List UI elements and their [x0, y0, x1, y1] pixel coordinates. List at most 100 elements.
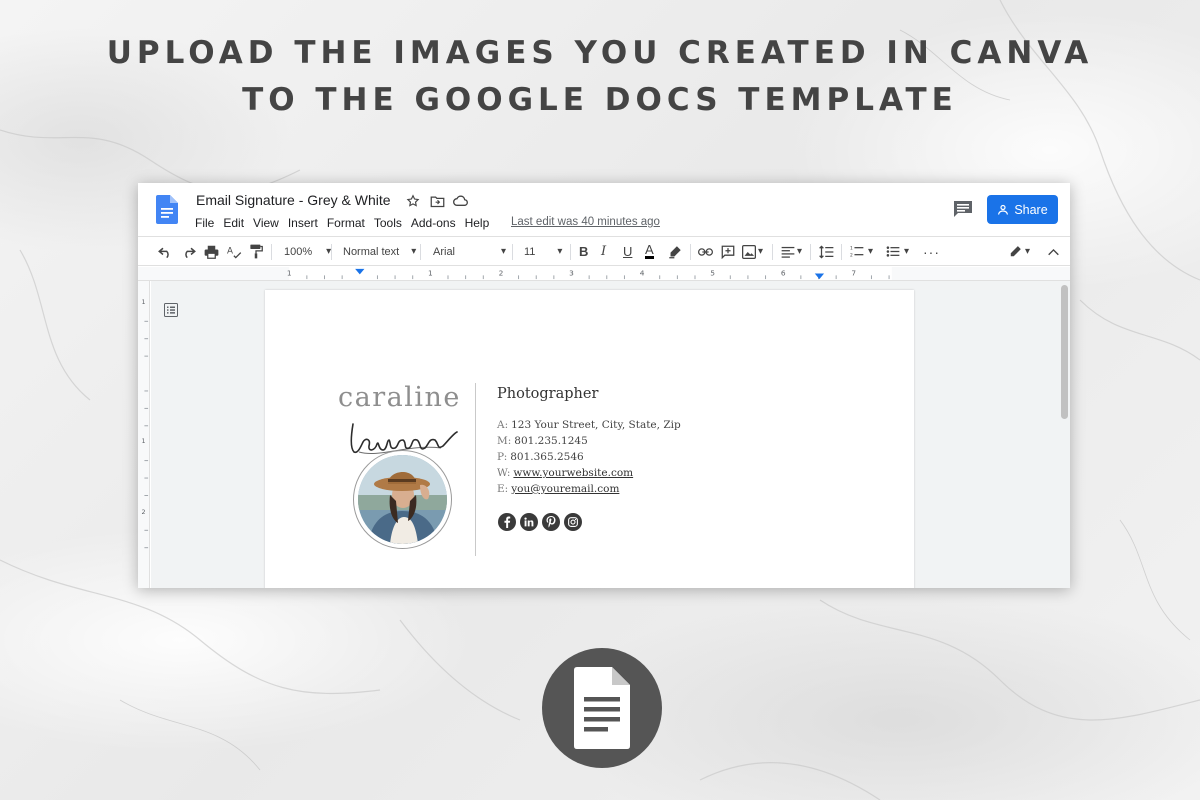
- add-comment-icon[interactable]: [721, 243, 735, 260]
- bold-button[interactable]: B: [579, 243, 588, 260]
- ruler-tick: 7: [851, 268, 856, 277]
- numbered-list-icon[interactable]: 12 ▾: [850, 243, 873, 260]
- menu-edit[interactable]: Edit: [223, 216, 244, 230]
- ruler-tick: 2: [141, 508, 145, 516]
- paragraph-style-value: Normal text: [343, 245, 400, 258]
- signature-first-name: caraline: [338, 382, 461, 413]
- menu-bar: File Edit View Insert Format Tools Add-o…: [195, 216, 498, 230]
- spellcheck-icon[interactable]: A: [227, 243, 242, 260]
- document-outline-icon[interactable]: [164, 303, 178, 317]
- website-link[interactable]: www.yourwebsite.com: [513, 467, 633, 479]
- contact-key: M:: [497, 435, 512, 447]
- text-color-button[interactable]: A: [645, 242, 654, 259]
- menu-insert[interactable]: Insert: [288, 216, 318, 230]
- ruler-tick: 5: [710, 268, 715, 277]
- svg-text:2: 2: [850, 253, 853, 258]
- bulleted-list-icon[interactable]: ▾: [886, 243, 909, 260]
- chevron-down-icon: ▾: [904, 246, 910, 257]
- menu-view[interactable]: View: [253, 216, 279, 230]
- menu-format[interactable]: Format: [327, 216, 365, 230]
- chevron-down-icon: ▾: [411, 246, 417, 257]
- font-select[interactable]: Arial ▾: [433, 243, 506, 260]
- italic-button[interactable]: I: [601, 243, 606, 260]
- chevron-down-icon: ▾: [868, 246, 874, 257]
- headline-line-2: TO THE GOOGLE DOCS TEMPLATE: [242, 82, 958, 118]
- line-spacing-icon[interactable]: [819, 243, 834, 260]
- signature-role: Photographer: [497, 386, 599, 402]
- menu-addons[interactable]: Add-ons: [411, 216, 456, 230]
- svg-text:A: A: [227, 246, 233, 256]
- contact-value: 801.365.2546: [510, 451, 584, 463]
- contact-value: 123 Your Street, City, State, Zip: [511, 419, 681, 431]
- font-size-select[interactable]: 11 ▾: [524, 243, 562, 260]
- editing-mode-icon[interactable]: ▾: [1009, 243, 1030, 260]
- facebook-icon[interactable]: [498, 513, 516, 531]
- email-link[interactable]: you@youremail.com: [511, 483, 619, 495]
- ruler-tick: 2: [499, 268, 504, 277]
- docs-logo-icon[interactable]: [156, 195, 178, 224]
- google-docs-window: Email Signature - Grey & White File Edit…: [138, 183, 1070, 588]
- contact-value: 801.235.1245: [514, 435, 588, 447]
- contact-line-phone: P: 801.365.2546: [497, 449, 681, 465]
- cloud-saved-icon[interactable]: [453, 193, 469, 209]
- redo-icon[interactable]: [181, 243, 196, 260]
- scrollbar-thumb[interactable]: [1061, 285, 1068, 419]
- ruler-tick: 3: [569, 268, 574, 277]
- font-size-value: 11: [524, 245, 536, 258]
- document-page[interactable]: caraline larson Photographer A:123 Your …: [265, 290, 914, 588]
- chevron-down-icon: ▾: [557, 246, 563, 257]
- collapse-menu-icon[interactable]: [1048, 243, 1059, 260]
- chevron-down-icon: ▾: [501, 246, 507, 257]
- ruler-tick: 6: [781, 268, 786, 277]
- signature-contact-block: A: 123 Your Street, City, State, Zip M: 80…: [497, 417, 681, 497]
- zoom-value: 100%: [284, 245, 313, 258]
- more-icon[interactable]: ···: [923, 243, 940, 260]
- paint-format-icon[interactable]: [249, 243, 263, 260]
- svg-text:1: 1: [850, 246, 853, 252]
- social-icons: [498, 513, 582, 531]
- contact-key: W:: [497, 467, 511, 479]
- contact-line-email: E: you@youremail.com: [497, 481, 681, 497]
- headline-line-1: UPLOAD THE IMAGES YOU CREATED IN CANVA: [106, 35, 1094, 71]
- align-left-icon[interactable]: ▾: [781, 243, 802, 260]
- highlight-icon[interactable]: [668, 243, 682, 260]
- vertical-ruler[interactable]: 1 1 2: [138, 281, 150, 588]
- instagram-icon[interactable]: [564, 513, 582, 531]
- toolbar: A 100% ▾ Normal text ▾ Arial ▾ 11 ▾ B I …: [138, 236, 1070, 266]
- chevron-down-icon: ▾: [797, 246, 803, 257]
- ruler-tick: 4: [640, 268, 645, 277]
- star-icon[interactable]: [405, 193, 421, 209]
- print-icon[interactable]: [204, 243, 219, 260]
- contact-line-address: A: 123 Your Street, City, State, Zip: [497, 417, 681, 433]
- move-folder-icon[interactable]: [429, 193, 445, 209]
- contact-key: A:: [497, 419, 509, 431]
- paragraph-style-select[interactable]: Normal text ▾: [343, 243, 416, 260]
- vertical-scrollbar[interactable]: [1059, 281, 1070, 588]
- menu-tools[interactable]: Tools: [374, 216, 402, 230]
- link-icon[interactable]: [698, 243, 713, 260]
- chevron-down-icon: ▾: [758, 246, 764, 257]
- horizontal-ruler[interactable]: 1 1 2 3 4 5 6 7: [138, 267, 1070, 281]
- contact-key: E:: [497, 483, 509, 495]
- share-people-icon: [998, 204, 1009, 215]
- zoom-select[interactable]: 100% ▾: [284, 243, 331, 260]
- document-title[interactable]: Email Signature - Grey & White: [196, 192, 391, 208]
- linkedin-icon[interactable]: [520, 513, 538, 531]
- profile-photo: [358, 455, 447, 544]
- menu-file[interactable]: File: [195, 216, 214, 230]
- underline-button[interactable]: U: [623, 243, 632, 260]
- contact-line-website: W: www.yourwebsite.com: [497, 465, 681, 481]
- ruler-tick: 1: [141, 298, 145, 306]
- title-bar: Email Signature - Grey & White File Edit…: [138, 183, 1070, 235]
- comment-history-icon[interactable]: [953, 200, 973, 218]
- headline: UPLOAD THE IMAGES YOU CREATED IN CANVA T…: [0, 30, 1200, 124]
- last-edit-link[interactable]: Last edit was 40 minutes ago: [511, 216, 660, 228]
- ruler-tick: 1: [287, 268, 292, 277]
- undo-icon[interactable]: [158, 243, 173, 260]
- share-button[interactable]: Share: [987, 195, 1058, 224]
- document-icon: [574, 667, 630, 749]
- font-value: Arial: [433, 245, 456, 258]
- menu-help[interactable]: Help: [465, 216, 490, 230]
- pinterest-icon[interactable]: [542, 513, 560, 531]
- insert-image-icon[interactable]: ▾: [742, 243, 763, 260]
